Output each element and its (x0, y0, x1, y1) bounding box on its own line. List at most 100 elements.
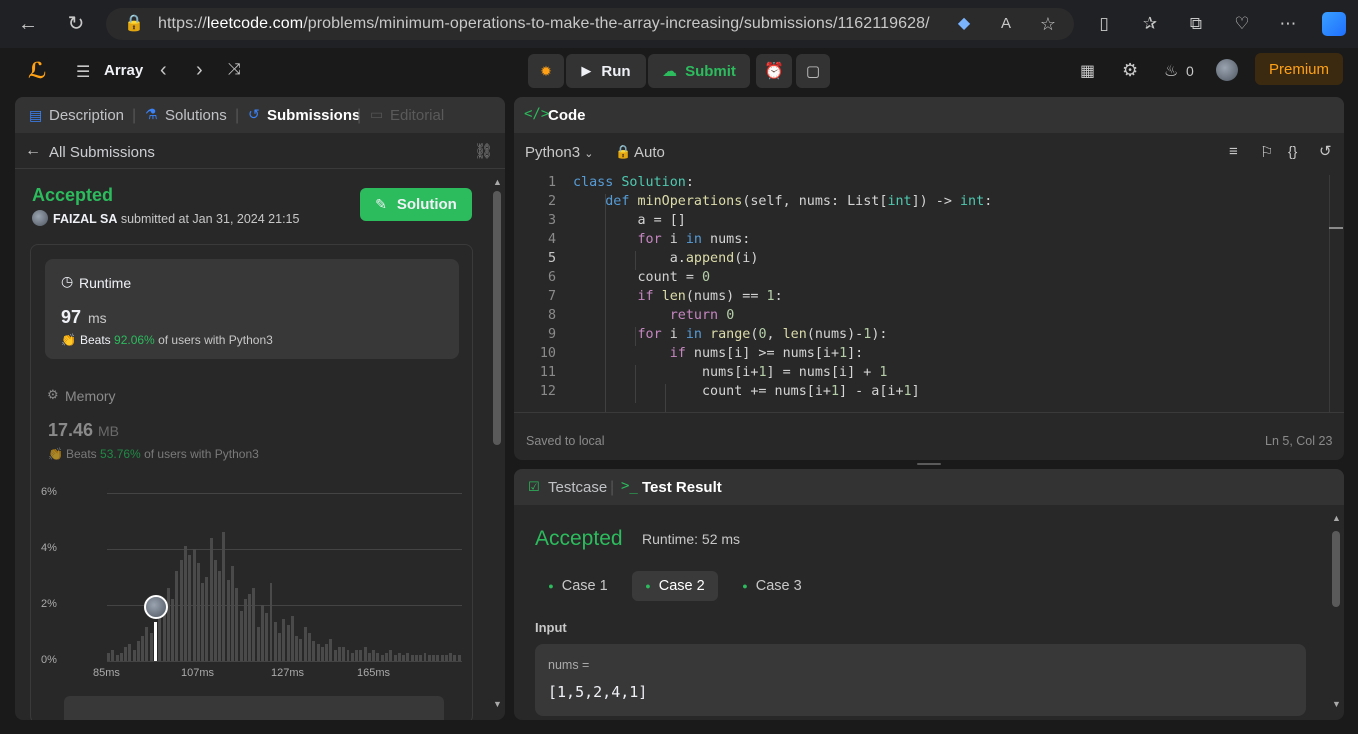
chart-bar[interactable] (414, 655, 418, 661)
chart-bar[interactable] (367, 652, 371, 661)
problem-list-label[interactable]: Array (104, 62, 143, 79)
result-scrollbar[interactable]: ▲ ▼ (1331, 513, 1341, 713)
case-2-button[interactable]: ● Case 2 (632, 571, 718, 601)
health-icon[interactable]: ♡ (1232, 14, 1252, 34)
chart-bar[interactable] (295, 635, 299, 661)
highlighted-bar[interactable] (154, 621, 158, 661)
streak-fire-icon[interactable]: ♨ (1164, 61, 1178, 81)
settings-gear-icon[interactable]: ⚙ (1122, 60, 1138, 81)
chart-bar[interactable] (320, 647, 324, 661)
chart-bar[interactable] (269, 582, 273, 661)
refresh-icon[interactable]: ↻ (66, 14, 86, 34)
chart-bar[interactable] (303, 627, 307, 661)
collections-icon[interactable]: ⧉ (1186, 14, 1206, 34)
avatar[interactable] (1216, 59, 1238, 81)
scrollbar-thumb[interactable] (1332, 531, 1340, 607)
chart-bar[interactable] (256, 627, 260, 661)
case-1-button[interactable]: ● Case 1 (538, 571, 618, 601)
solution-button[interactable]: ✎ Solution (360, 188, 472, 221)
chart-bar[interactable] (290, 616, 294, 661)
chart-bar[interactable] (419, 655, 423, 661)
case-3-button[interactable]: ● Case 3 (732, 571, 812, 601)
all-submissions-link[interactable]: All Submissions (49, 144, 155, 161)
chart-bar[interactable] (316, 644, 320, 661)
user-marker-avatar[interactable] (144, 594, 169, 619)
layout-grid-icon[interactable]: ▦ (1080, 61, 1095, 81)
user-avatar[interactable] (32, 210, 48, 226)
chart-bar[interactable] (171, 599, 175, 661)
chart-bar[interactable] (213, 560, 217, 661)
editor-scrollbar-track[interactable] (1329, 175, 1330, 412)
tag-icon[interactable]: ◆ (954, 14, 974, 34)
chart-bar[interactable] (350, 652, 354, 661)
chart-bar[interactable] (342, 647, 346, 661)
chart-bar[interactable] (248, 593, 252, 661)
chart-bar[interactable] (299, 638, 303, 661)
chart-bar[interactable] (397, 652, 401, 661)
split-screen-icon[interactable]: ▯ (1094, 14, 1114, 34)
chart-bar[interactable] (402, 655, 406, 661)
format-icon[interactable]: ≡ (1229, 143, 1238, 160)
chart-bar[interactable] (325, 644, 329, 661)
chart-bar[interactable] (192, 549, 196, 661)
chart-bar[interactable] (115, 655, 119, 661)
lock-icon[interactable]: 🔒 (124, 14, 144, 34)
chart-bar[interactable] (111, 649, 115, 661)
chart-bar[interactable] (278, 633, 282, 661)
code-editor[interactable]: 1 class Solution: 2 def minOperations(self… (514, 175, 1329, 412)
chart-bar[interactable] (432, 655, 436, 661)
chart-bar[interactable] (286, 624, 290, 661)
chart-bar[interactable] (372, 649, 376, 661)
more-icon[interactable]: ⋯ (1278, 14, 1298, 34)
scrollbar-thumb[interactable] (493, 191, 501, 445)
chart-bar[interactable] (239, 610, 243, 661)
prev-problem-icon[interactable]: ‹ (160, 59, 167, 82)
chart-bar[interactable] (427, 655, 431, 661)
chart-bar[interactable] (312, 641, 316, 661)
list-icon[interactable]: ☰ (76, 62, 90, 82)
next-problem-icon[interactable]: › (196, 59, 203, 82)
chart-bar[interactable] (282, 619, 286, 661)
back-arrow-icon[interactable]: ← (18, 14, 38, 34)
favorites-icon[interactable]: ✰ (1140, 14, 1160, 34)
chart-bar[interactable] (222, 532, 226, 661)
left-scrollbar[interactable]: ▲ ▼ (492, 177, 502, 717)
user-name[interactable]: FAIZAL SA (53, 212, 117, 226)
address-bar[interactable]: 🔒 https://leetcode.com/problems/minimum-… (106, 8, 1074, 40)
chart-bar[interactable] (183, 546, 187, 661)
auto-mode[interactable]: Auto (634, 144, 665, 161)
tab-solutions[interactable]: Solutions (165, 107, 227, 124)
chart-bar[interactable] (218, 571, 222, 661)
chart-bar[interactable] (453, 655, 457, 661)
chart-bar[interactable] (265, 613, 269, 661)
chart-bar[interactable] (273, 621, 277, 661)
chart-bar[interactable] (196, 563, 200, 661)
chart-bar[interactable] (132, 649, 136, 661)
language-select[interactable]: Python3 ⌄ (525, 144, 593, 161)
chart-bar[interactable] (252, 588, 256, 661)
chart-bar[interactable] (308, 633, 311, 661)
chart-bar[interactable] (406, 652, 410, 661)
resize-handle[interactable] (917, 463, 941, 465)
chart-bar[interactable] (436, 655, 440, 661)
chart-bar[interactable] (337, 647, 341, 661)
chart-bar[interactable] (128, 644, 132, 661)
notes-button[interactable]: ▢ (796, 54, 830, 88)
memory-card[interactable]: ⚙ Memory 17.46 MB 👏 Beats 53.76% of user… (45, 375, 459, 465)
debug-button[interactable]: ✹ (528, 54, 564, 88)
chart-bar[interactable] (380, 655, 384, 661)
braces-icon[interactable]: {} (1288, 143, 1297, 159)
share-link-icon[interactable]: ⛓ (474, 142, 493, 160)
chart-bar[interactable] (440, 655, 444, 661)
chart-bar[interactable] (423, 652, 427, 661)
tab-testcase[interactable]: Testcase (548, 479, 607, 496)
chart-bar[interactable] (359, 649, 363, 661)
chart-bar[interactable] (205, 577, 209, 661)
scroll-up-icon[interactable]: ▲ (1332, 513, 1341, 523)
tab-editorial[interactable]: Editorial (390, 107, 444, 124)
run-button[interactable]: ▶ Run (566, 54, 646, 88)
chart-bar[interactable] (107, 652, 110, 661)
chart-bar[interactable] (449, 652, 453, 661)
chart-bar[interactable] (226, 579, 230, 661)
scroll-down-icon[interactable]: ▼ (1332, 699, 1341, 709)
